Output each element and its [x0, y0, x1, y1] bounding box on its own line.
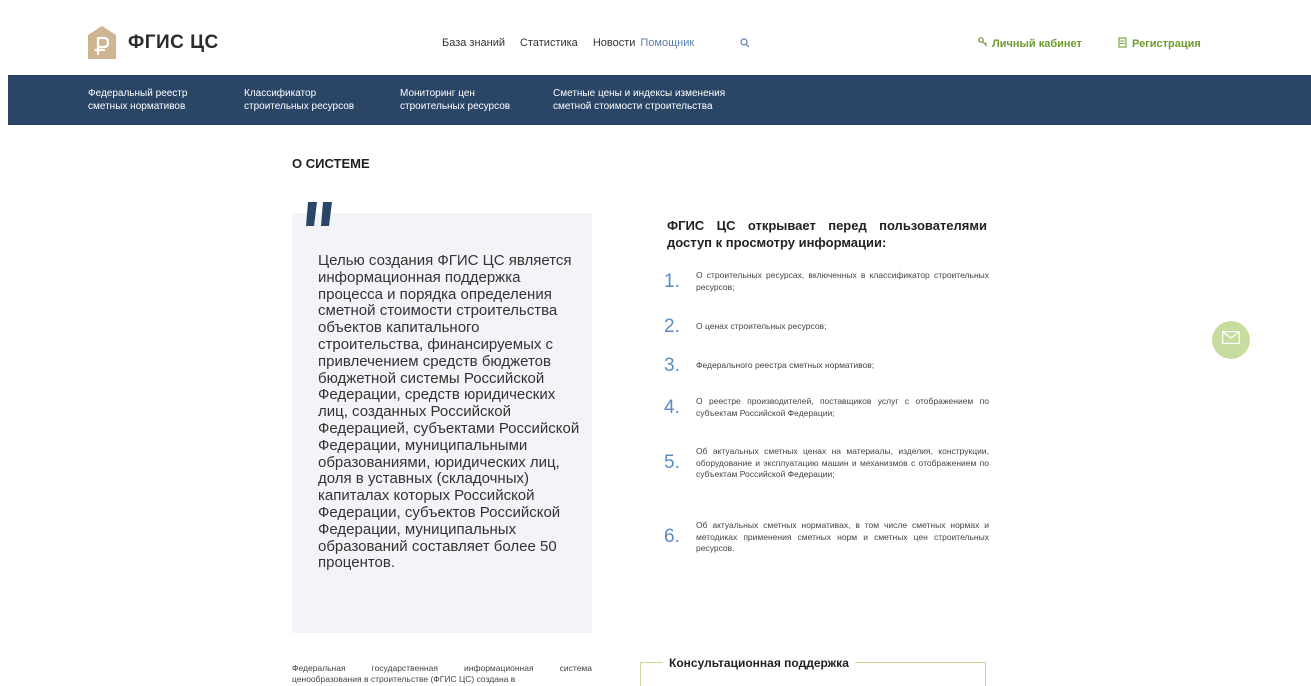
mainnav-item-line: сметных нормативов — [88, 101, 186, 112]
top-navigation: База знаний Статистика Новости Помощник — [442, 37, 714, 49]
nav-link-news[interactable]: Новости — [593, 37, 636, 49]
mainnav-item-resource-classifier[interactable]: Классификатор строительных ресурсов — [244, 87, 354, 113]
list-number: 6. — [664, 526, 680, 548]
intro-paragraph: Федеральная государственная информационн… — [292, 663, 592, 684]
list-number: 1. — [664, 270, 680, 292]
list-text: О реестре производителей, поставщиков ус… — [696, 396, 989, 418]
list-text: Об актуальных сметных нормативах, в том … — [696, 520, 989, 553]
key-icon — [978, 37, 992, 50]
account-label: Личный кабинет — [992, 37, 1082, 50]
mainnav-item-line: сметной стоимости строительства — [553, 101, 713, 112]
list-text: Об актуальных сметных ценах на материалы… — [696, 446, 989, 479]
list-number: 3. — [664, 355, 680, 376]
mainnav-item-line: строительных ресурсов — [244, 101, 355, 112]
site-header: ФГИС ЦС База знаний Статистика Новости П… — [0, 0, 1311, 75]
list-item: 6. Об актуальных сметных нормативах, в т… — [664, 520, 989, 555]
mainnav-item-price-monitoring[interactable]: Мониторинг цен строительных ресурсов — [400, 87, 510, 113]
nav-link-statistics[interactable]: Статистика — [520, 37, 578, 49]
list-text: О строительных ресурсах, включенных в кл… — [696, 270, 989, 292]
info-access-title: ФГИС ЦС открывает перед пользователями д… — [667, 218, 987, 250]
list-item: 4. О реестре производителей, поставщиков… — [664, 396, 989, 419]
nav-link-knowledge-base[interactable]: База знаний — [442, 37, 505, 49]
list-text: Федерального реестра сметных нормативов; — [696, 360, 875, 371]
list-number: 2. — [664, 316, 680, 337]
nav-link-assistant[interactable]: Помощник — [640, 37, 694, 49]
mainnav-item-line: строительных ресурсов — [400, 101, 511, 112]
consult-support-title: Консультационная поддержка — [663, 656, 855, 670]
account-link[interactable]: Личный кабинет — [978, 37, 1082, 50]
list-item: 1. О строительных ресурсах, включенных в… — [664, 270, 989, 293]
search-icon[interactable] — [739, 36, 751, 48]
register-link[interactable]: Регистрация — [1118, 37, 1201, 51]
list-item: 5. Об актуальных сметных ценах на матери… — [664, 446, 989, 481]
mainnav-item-line: Сметные цены и индексы изменения — [553, 88, 726, 99]
mainnav-item-line: Федеральный реестр — [88, 88, 188, 99]
main-navigation-bar: Федеральный реестр сметных нормативов Кл… — [8, 75, 1311, 125]
quote-mark-icon — [305, 200, 335, 228]
mainnav-item-line: Классификатор — [244, 88, 317, 99]
ruble-house-icon — [88, 26, 116, 59]
mainnav-item-line: Мониторинг цен — [400, 88, 475, 99]
mainnav-item-estimate-prices[interactable]: Сметные цены и индексы изменения сметной… — [553, 87, 725, 113]
list-number: 4. — [664, 396, 680, 418]
site-logo[interactable]: ФГИС ЦС — [88, 26, 219, 59]
list-text: О ценах строительных ресурсов; — [696, 321, 827, 332]
list-number: 5. — [664, 452, 680, 474]
logo-text: ФГИС ЦС — [128, 31, 219, 53]
register-label: Регистрация — [1132, 38, 1201, 50]
list-item: 2. О ценах строительных ресурсов; — [664, 316, 989, 338]
section-title: О СИСТЕМЕ — [292, 156, 370, 171]
form-icon — [1118, 37, 1132, 51]
quote-text: Целью создания ФГИС ЦС является информац… — [318, 252, 580, 572]
list-item: 3. Федерального реестра сметных норматив… — [664, 355, 989, 377]
envelope-icon — [1222, 331, 1240, 349]
feedback-button[interactable] — [1212, 321, 1250, 359]
mainnav-item-federal-register[interactable]: Федеральный реестр сметных нормативов — [88, 87, 187, 113]
